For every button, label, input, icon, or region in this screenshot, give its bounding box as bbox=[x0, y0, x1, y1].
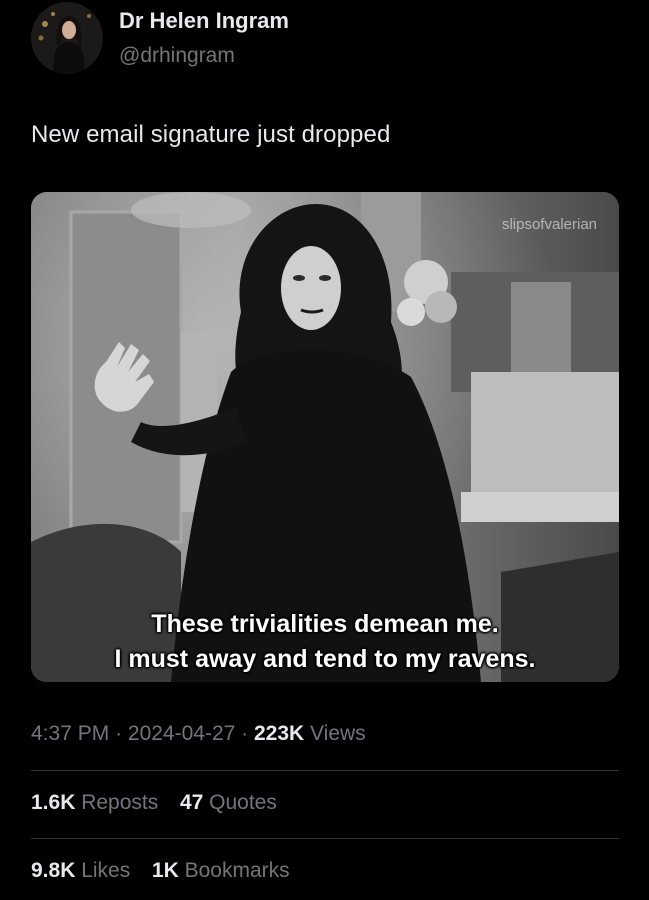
tweet-header: Dr Helen Ingram @drhingram bbox=[31, 0, 621, 80]
tweet-media-image[interactable]: slipsofvalerian These trivialities demea… bbox=[31, 192, 619, 682]
divider bbox=[31, 770, 619, 771]
quotes-label: Quotes bbox=[209, 791, 277, 814]
engagement-row-1: 1.6K Reposts 47 Quotes bbox=[31, 791, 277, 815]
tweet-time[interactable]: 4:37 PM bbox=[31, 722, 109, 745]
reposts-link[interactable]: 1.6K Reposts bbox=[31, 791, 164, 814]
tweet-meta: 4:37 PM · 2024-04-27 · 223K Views bbox=[31, 722, 366, 746]
caption-line-1: These trivialities demean me. bbox=[151, 610, 499, 638]
meta-separator: · bbox=[241, 722, 254, 745]
meta-separator: · bbox=[115, 722, 128, 745]
bookmarks-label: Bookmarks bbox=[184, 859, 290, 882]
views-label: Views bbox=[310, 722, 366, 745]
meme-photo bbox=[31, 192, 619, 682]
engagement-row-2: 9.8K Likes 1K Bookmarks bbox=[31, 859, 290, 883]
avatar-portrait bbox=[31, 2, 103, 74]
bookmarks-link[interactable]: 1K Bookmarks bbox=[152, 859, 290, 882]
quotes-link[interactable]: 47 Quotes bbox=[180, 791, 277, 814]
views-count: 223K bbox=[253, 722, 305, 745]
avatar[interactable] bbox=[31, 2, 103, 74]
likes-label: Likes bbox=[81, 859, 131, 882]
likes-link[interactable]: 9.8K Likes bbox=[31, 859, 136, 882]
caption-line-2: I must away and tend to my ravens. bbox=[114, 645, 536, 673]
display-name[interactable]: Dr Helen Ingram bbox=[119, 8, 289, 34]
user-handle[interactable]: @drhingram bbox=[119, 44, 235, 68]
reposts-count: 1.6K bbox=[31, 791, 76, 814]
quotes-count: 47 bbox=[179, 791, 204, 814]
divider bbox=[31, 838, 619, 839]
image-watermark: slipsofvalerian bbox=[501, 216, 597, 233]
tweet-text: New email signature just dropped bbox=[31, 121, 391, 148]
bookmarks-count: 1K bbox=[151, 859, 179, 882]
tweet-date[interactable]: 2024-04-27 bbox=[128, 722, 235, 745]
reposts-label: Reposts bbox=[81, 791, 159, 814]
likes-count: 9.8K bbox=[31, 859, 76, 882]
